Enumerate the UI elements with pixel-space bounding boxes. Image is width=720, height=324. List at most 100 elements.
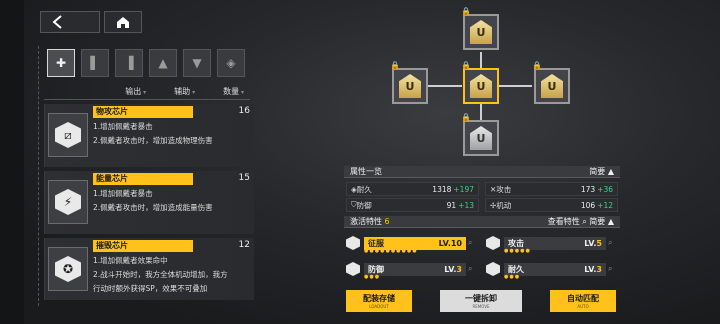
trait-name: 防御 <box>368 264 384 274</box>
sort-output[interactable]: 输出 <box>125 86 152 97</box>
traits-brief-toggle[interactable]: 简要 <box>589 217 605 226</box>
trait-name: 征服 <box>368 238 384 248</box>
chip-desc-2: 2.战斗开始时，我方全体机动增加，我方 <box>93 270 228 279</box>
connector-line <box>480 104 482 120</box>
magnify-icon[interactable]: ⌕ <box>608 264 618 274</box>
trait-name: 攻击 <box>508 238 524 248</box>
chip-equip-screen: ✚ ▌ ▐ ▲ ▼ ◈ 输出 辅助 数量 ⧄ 物攻芯片 16 1.增加佩戴者暴击… <box>0 0 720 324</box>
connector-line <box>428 85 462 87</box>
chip-slot-top[interactable]: 🔒 U <box>461 7 499 50</box>
list-item[interactable]: ⚡ 能量芯片 15 1.增加佩戴者暴击 2.佩戴者攻击时，增加造成能量伤害 <box>44 171 254 234</box>
stat-value: 1318 <box>432 184 452 194</box>
auto-match-button[interactable]: 自动匹配 AUTO <box>550 290 616 312</box>
chip-thumbnail: ⧄ <box>48 113 88 157</box>
level-dots: ●●●●● <box>504 248 531 254</box>
trait-durability[interactable]: 耐久 LV.3 ⌕ ●●● <box>486 258 618 280</box>
chip-slot-center[interactable]: 🔒 U <box>461 61 499 104</box>
chip-desc-2: 2.佩戴者攻击时，增加造成物理伤害 <box>93 136 213 145</box>
save-loadout-button[interactable]: 配装存储 LOADOUT <box>346 290 412 312</box>
level-prefix: LV. <box>438 238 451 248</box>
stat-grid: ◈ 耐久 1318 +197 ✕ 攻击 173 +36 ⛉ 防御 91 +13 ✢ 机动 10… <box>344 178 620 216</box>
attribute-brief-toggle[interactable]: 简要 ▲ <box>589 166 614 177</box>
chip-type-3-icon: ▲ <box>158 56 168 70</box>
chip-type-5-icon: ◈ <box>226 56 236 70</box>
chip-slot-bottom[interactable]: 🔒 U <box>461 113 499 156</box>
chip-type-4-icon: ▼ <box>192 56 202 70</box>
chip-slot-left[interactable]: 🔒 U <box>390 61 428 104</box>
chip-type-2-icon: ▐ <box>124 56 134 70</box>
level-value: 3 <box>456 264 462 274</box>
magnify-icon[interactable]: ⌕ <box>608 238 618 248</box>
stat-value: 173 <box>580 184 596 194</box>
list-item[interactable]: ✪ 摧毁芯片 12 1.增加佩戴者效果命中 2.战斗开始时，我方全体机动增加，我… <box>44 238 254 300</box>
lock-icon: 🔒 <box>461 7 471 16</box>
tab-type-5[interactable]: ◈ <box>217 49 245 77</box>
chip-list: ⧄ 物攻芯片 16 1.增加佩戴者暴击 2.佩戴者攻击时，增加造成物理伤害 ⚡ … <box>44 104 254 300</box>
stat-label: 机动 <box>496 200 512 210</box>
tab-type-3[interactable]: ▲ <box>149 49 177 77</box>
button-sublabel: LOADOUT <box>369 304 389 309</box>
traits-header: 激活特性 6 查看特性 ⌕ 简要 ▲ <box>344 216 620 228</box>
stat-label: 耐久 <box>356 184 372 194</box>
home-icon <box>117 16 129 28</box>
chip-desc-1: 1.增加佩戴者效果命中 <box>93 256 168 265</box>
traits-title-wrap: 激活特性 6 <box>350 216 390 227</box>
tab-type-1[interactable]: ▌ <box>81 49 109 77</box>
stat-label: 防御 <box>356 200 372 210</box>
chip-core-icon: U <box>399 74 421 98</box>
tab-type-4[interactable]: ▼ <box>183 49 211 77</box>
attribute-title: 属性一览 <box>350 167 382 176</box>
button-label: 一键拆卸 <box>465 294 497 303</box>
stat-durability: ◈ 耐久 1318 +197 <box>346 182 479 196</box>
view-traits-link[interactable]: 查看特性 <box>548 217 580 226</box>
lock-icon: 🔒 <box>390 61 400 70</box>
tab-type-2[interactable]: ▐ <box>115 49 143 77</box>
level-dots: ●●● <box>504 274 521 280</box>
conquer-trait-icon <box>346 236 360 250</box>
trait-defense[interactable]: 防御 LV.3 ⌕ ●●● <box>346 258 478 280</box>
physical-chip-icon: ⧄ <box>55 122 81 148</box>
chip-core-icon: U <box>470 126 492 150</box>
level-value: 3 <box>596 264 602 274</box>
list-item[interactable]: ⧄ 物攻芯片 16 1.增加佩戴者暴击 2.佩戴者攻击时，增加造成物理伤害 <box>44 104 254 167</box>
level-prefix: LV. <box>584 264 597 274</box>
stat-bonus: +12 <box>597 200 613 210</box>
list-guide-line <box>38 46 41 306</box>
attribute-panel: 属性一览 简要 ▲ ◈ 耐久 1318 +197 ✕ 攻击 173 +36 ⛉ 防御 91… <box>344 166 620 280</box>
home-button[interactable] <box>104 11 142 33</box>
lock-icon: 🔒 <box>461 61 471 70</box>
trait-attack[interactable]: 攻击 LV.5 ⌕ ●●●●● <box>486 232 618 254</box>
chip-type-1-icon: ▌ <box>90 56 100 70</box>
stat-bonus: +13 <box>458 200 474 210</box>
lock-icon: 🔒 <box>532 61 542 70</box>
level-prefix: LV. <box>444 264 457 274</box>
chip-desc-3: 行动时额外获得SP，效果不可叠加 <box>93 284 208 293</box>
chip-desc-1: 1.增加佩戴者暴击 <box>93 189 153 198</box>
left-edge-bar <box>0 0 24 324</box>
button-sublabel: AUTO <box>577 304 589 309</box>
trait-conquer[interactable]: 征服 LV.10 ⌕ ●●●●●●●●●● <box>346 232 478 254</box>
chip-core-icon: U <box>470 20 492 44</box>
chip-name: 摧毁芯片 <box>93 240 193 252</box>
sort-quantity[interactable]: 数量 <box>223 86 250 97</box>
remove-all-button[interactable]: 一键拆卸 REMOVE <box>440 290 522 312</box>
button-sublabel: REMOVE <box>472 304 490 309</box>
chip-slot-right[interactable]: 🔒 U <box>532 61 570 104</box>
trait-level: LV.3 <box>444 265 462 274</box>
tab-all[interactable]: ✚ <box>47 49 75 77</box>
sort-bar: 输出 辅助 数量 <box>44 84 250 100</box>
search-icon[interactable]: ⌕ <box>582 217 586 226</box>
traits-title: 激活特性 <box>350 217 382 226</box>
sort-support[interactable]: 辅助 <box>174 86 201 97</box>
trait-name: 耐久 <box>508 264 524 274</box>
magnify-icon[interactable]: ⌕ <box>468 264 478 274</box>
chip-count: 16 <box>238 106 250 116</box>
chip-thumbnail: ✪ <box>48 247 88 291</box>
stat-value: 106 <box>580 200 596 210</box>
magnify-icon[interactable]: ⌕ <box>468 238 478 248</box>
trait-level: LV.10 <box>439 239 462 248</box>
back-button[interactable] <box>40 11 100 33</box>
button-label: 配装存储 <box>363 294 395 303</box>
stat-defense: ⛉ 防御 91 +13 <box>346 198 479 212</box>
chip-name: 物攻芯片 <box>93 106 193 118</box>
